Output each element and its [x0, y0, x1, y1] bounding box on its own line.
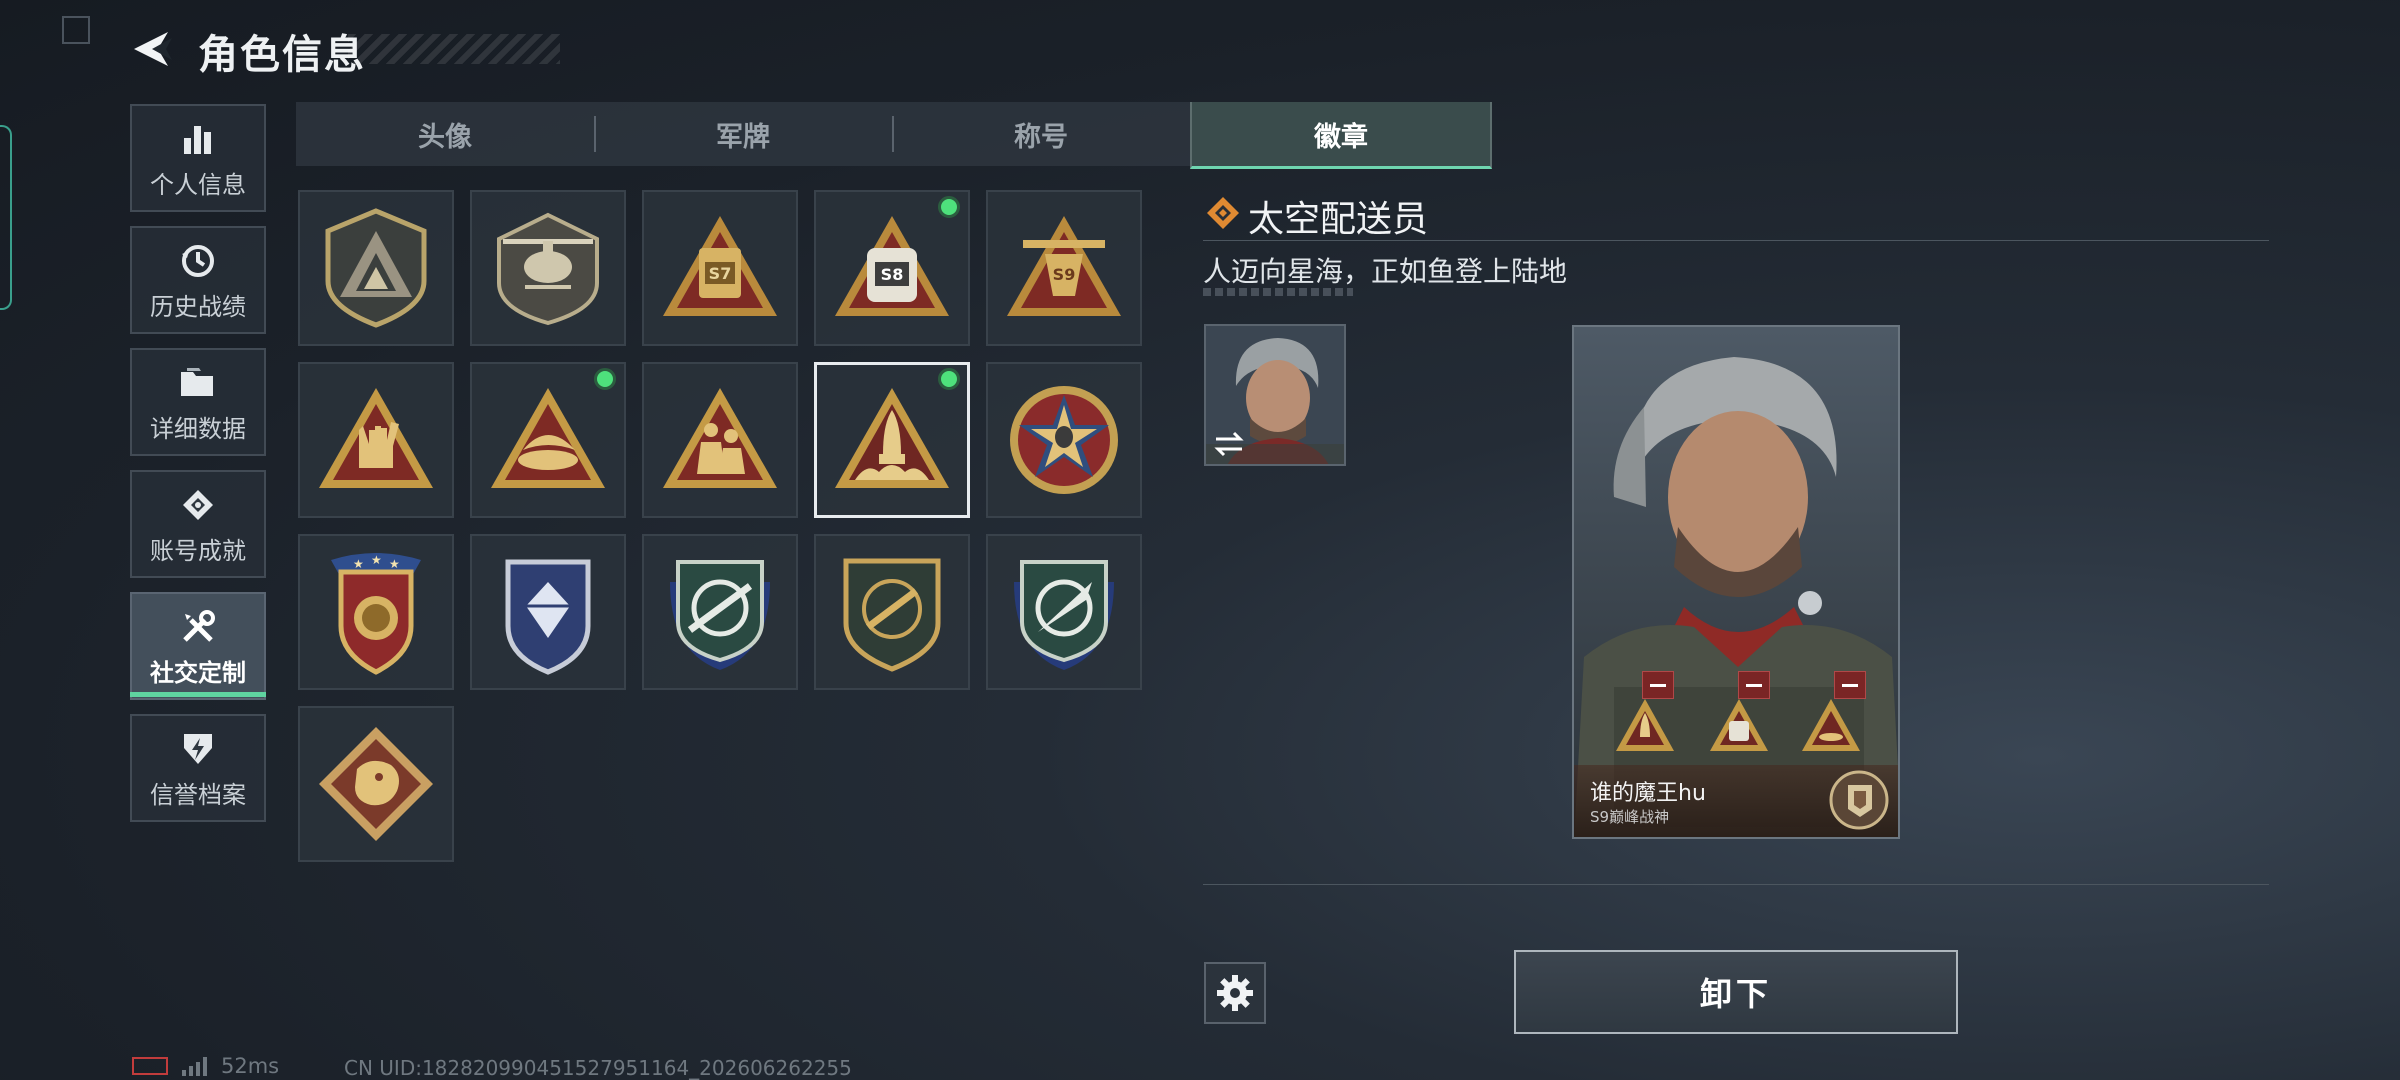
sidebar-item-label: 历史战绩 [150, 292, 246, 321]
character-card: 谁的魔王hu S9巅峰战神 [1572, 325, 1900, 839]
sidebar-item-detailed-data[interactable]: 详细数据 [130, 348, 266, 456]
svg-text:S8: S8 [881, 265, 904, 284]
tab-bar: 头像 军牌 称号 徽章 [296, 102, 1492, 169]
description-decoration [1203, 288, 1353, 296]
svg-text:★: ★ [389, 557, 400, 571]
soldiers-badge-icon [663, 388, 777, 488]
badge-cell[interactable] [642, 534, 798, 690]
shield-bolt-icon [180, 727, 216, 771]
sidebar-item-label: 详细数据 [150, 414, 246, 443]
sidebar-item-reputation[interactable]: 信誉档案 [130, 714, 266, 822]
ping-value: 52ms [221, 1054, 280, 1078]
crosshair-rifle-badge-icon [670, 560, 770, 670]
user-uid: CN UID:182820990451527951164_20260626225… [344, 1056, 852, 1080]
equipped-badge-icon [1616, 699, 1674, 751]
s7-season-badge-icon: S7 [663, 216, 777, 316]
equipped-badge-icon [1710, 699, 1768, 751]
sidebar-item-label: 信誉档案 [150, 780, 246, 809]
s8-season-badge-icon: S8 [835, 216, 949, 316]
svg-text:S9: S9 [1053, 265, 1076, 284]
badge-cell[interactable] [470, 190, 626, 346]
avatar-thumbnail[interactable] [1204, 324, 1346, 466]
badge-cell[interactable] [298, 190, 454, 346]
tab-avatar[interactable]: 头像 [296, 102, 594, 166]
badge-cell[interactable] [986, 362, 1142, 518]
history-clock-icon [179, 239, 217, 283]
svg-text:S7: S7 [709, 264, 732, 283]
badge-cell[interactable] [298, 362, 454, 518]
sidebar-item-label: 社交定制 [150, 658, 246, 687]
tab-badge[interactable]: 徽章 [1190, 102, 1492, 169]
remove-badge-button[interactable] [1642, 671, 1674, 699]
sidebar-item-label: 个人信息 [150, 170, 246, 199]
badge-cell[interactable] [986, 534, 1142, 690]
badge-rarity-icon [1206, 196, 1240, 230]
tab-dog-tag[interactable]: 军牌 [594, 102, 892, 166]
blue-diamond-badge-icon [505, 559, 591, 675]
badge-description: 人迈向星海，正如鱼登上陆地 [1203, 255, 1568, 288]
badge-cell[interactable] [814, 534, 970, 690]
player-subtitle: S9巅峰战神 [1590, 808, 1670, 826]
wrench-screwdriver-icon [179, 605, 217, 649]
back-arrow-icon [134, 32, 172, 66]
sidebar-item-label: 账号成就 [150, 536, 246, 565]
badge-cell[interactable] [470, 534, 626, 690]
remove-badge-button[interactable] [1738, 671, 1770, 699]
sidebar-item-history[interactable]: 历史战绩 [130, 226, 266, 334]
badge-cell[interactable]: ★ ★ ★ [298, 534, 454, 690]
shield-mountain-badge-icon [325, 208, 427, 328]
s9-season-badge-icon: S9 [1007, 216, 1121, 316]
bar-chart-icon [180, 117, 216, 161]
rock-hand-badge-icon [319, 388, 433, 488]
badge-cell[interactable]: S7 [642, 190, 798, 346]
battery-icon [132, 1057, 168, 1075]
gold-crest-badge-icon: ★ ★ ★ [331, 553, 421, 675]
svg-text:★: ★ [371, 553, 382, 567]
status-bar: 52ms [132, 1054, 279, 1078]
helicopter-badge-icon [497, 212, 599, 326]
badge-cell[interactable] [642, 362, 798, 518]
badge-cell[interactable] [298, 706, 454, 862]
new-indicator-dot [938, 368, 960, 390]
crosshair-knife-badge-icon [1014, 560, 1114, 670]
badge-grid: S7 S8 S9 ★ ★ ★ [298, 190, 1148, 870]
side-drawer-handle[interactable] [0, 125, 12, 310]
swap-icon [1214, 431, 1244, 457]
remove-badge-button[interactable] [1834, 671, 1866, 699]
active-indicator [130, 692, 266, 697]
signal-icon [182, 1056, 207, 1076]
new-indicator-dot [594, 368, 616, 390]
rank-emblem-icon [1829, 770, 1889, 830]
rocket-launch-badge-icon [835, 388, 949, 488]
alien-star-badge-icon [1010, 386, 1118, 494]
corner-square [62, 16, 90, 44]
divider [1203, 240, 2269, 241]
character-illustration [1574, 327, 1898, 837]
gold-rifle-badge-icon [843, 558, 941, 672]
gear-icon [1217, 975, 1253, 1011]
sidebar-item-achievements[interactable]: 账号成就 [130, 470, 266, 578]
badge-name: 太空配送员 [1248, 199, 1429, 240]
equipped-badge-icon [1802, 699, 1860, 751]
unequip-button[interactable]: 卸下 [1514, 950, 1958, 1034]
achievement-icon [179, 483, 217, 527]
divider [1203, 884, 2269, 885]
bird-nest-badge-icon [491, 388, 605, 488]
tab-title[interactable]: 称号 [892, 102, 1190, 166]
svg-text:★: ★ [353, 557, 364, 571]
settings-button[interactable] [1204, 962, 1266, 1024]
folder-icon [179, 361, 217, 405]
badge-cell[interactable]: S9 [986, 190, 1142, 346]
dragon-badge-icon [319, 727, 433, 841]
sidebar-item-personal-info[interactable]: 个人信息 [130, 104, 266, 212]
new-indicator-dot [938, 196, 960, 218]
player-name: 谁的魔王hu [1590, 781, 1706, 806]
title-decoration [348, 34, 560, 64]
page-title: 角色信息 [198, 32, 366, 78]
back-button[interactable] [128, 26, 174, 72]
sidebar-item-social-customize[interactable]: 社交定制 [130, 592, 266, 700]
